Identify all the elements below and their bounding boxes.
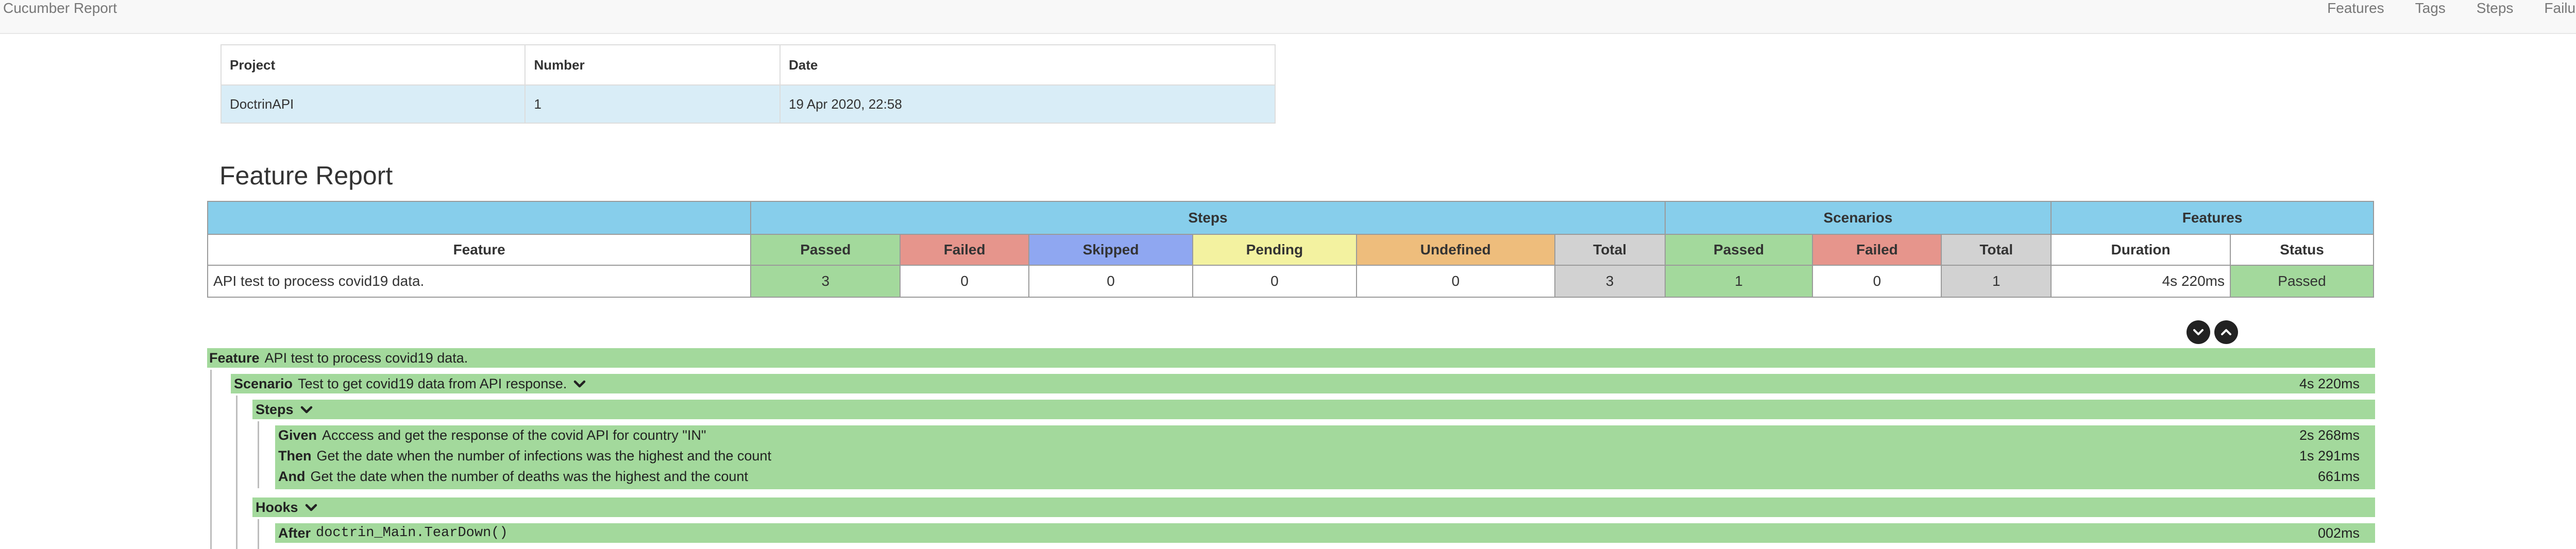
scenarios-total-header[interactable]: Total xyxy=(1941,234,2052,266)
hooks-label: Hooks xyxy=(256,499,298,515)
number-value: 1 xyxy=(524,84,781,124)
steps-skipped-header[interactable]: Skipped xyxy=(1028,234,1193,266)
chevron-down-icon[interactable] xyxy=(299,402,314,417)
expand-collapse-controls xyxy=(2187,320,2242,344)
table-row: API test to process covid19 data. 3 0 0 … xyxy=(207,265,2374,298)
chevron-up-circle-icon[interactable] xyxy=(2214,320,2238,344)
feature-title: API test to process covid19 data. xyxy=(264,350,468,366)
step-keyword: Given xyxy=(278,427,317,443)
hooks-indent-line xyxy=(258,519,259,549)
date-header: Date xyxy=(779,44,1276,85)
step-text: Get the date when the number of infectio… xyxy=(316,448,772,464)
steps-indent-line xyxy=(258,421,259,488)
steps-label: Steps xyxy=(256,401,294,417)
steps-failed-header[interactable]: Failed xyxy=(900,234,1030,266)
chevron-down-icon[interactable] xyxy=(303,500,319,515)
scenario-duration: 4s 220ms xyxy=(2299,375,2360,391)
nav-steps[interactable]: Steps xyxy=(2477,0,2514,16)
step-row: Given Acccess and get the response of th… xyxy=(275,425,2375,445)
project-value: DoctrinAPI xyxy=(220,84,526,124)
feature-name-cell[interactable]: API test to process covid19 data. xyxy=(207,265,752,298)
feature-indent-line xyxy=(210,370,212,549)
scenarios-failed-header[interactable]: Failed xyxy=(1812,234,1942,266)
hook-text: doctrin_Main.TearDown() xyxy=(316,525,508,541)
duration-cell: 4s 220ms xyxy=(2050,265,2231,298)
scenario-title: Test to get covid19 data from API respon… xyxy=(298,375,567,391)
hook-duration: 002ms xyxy=(2317,525,2360,541)
step-duration: 2s 268ms xyxy=(2299,427,2360,443)
scenarios-passed-header[interactable]: Passed xyxy=(1664,234,1814,266)
steps-toggle-bar[interactable]: Steps xyxy=(252,400,2375,419)
scenario-keyword: Scenario xyxy=(234,375,293,391)
chevron-down-circle-icon[interactable] xyxy=(2187,320,2210,344)
status-cell: Passed xyxy=(2230,265,2374,298)
number-header: Number xyxy=(524,44,781,85)
nav-features[interactable]: Features xyxy=(2327,0,2384,16)
status-header[interactable]: Status xyxy=(2230,234,2374,266)
steps-pending-cell: 0 xyxy=(1192,265,1357,298)
brand-link[interactable]: Cucumber Report xyxy=(3,0,117,16)
build-info-table: Project Number Date DoctrinAPI 1 19 Apr … xyxy=(220,44,1276,124)
hook-row: After doctrin_Main.TearDown() 002ms xyxy=(275,523,2375,543)
hook-keyword: After xyxy=(278,525,311,541)
feature-bar[interactable]: Feature API test to process covid19 data… xyxy=(207,348,2375,368)
steps-failed-cell: 0 xyxy=(900,265,1030,298)
steps-group-header: Steps xyxy=(750,201,1666,235)
step-keyword: Then xyxy=(278,448,312,464)
step-duration: 661ms xyxy=(2317,468,2360,484)
scenario-indent-line xyxy=(236,396,238,549)
step-row: Then Get the date when the number of inf… xyxy=(275,446,2375,466)
step-text: Acccess and get the response of the covi… xyxy=(322,427,706,443)
nav-failures[interactable]: Failures xyxy=(2544,0,2576,16)
blank-group-header xyxy=(207,201,752,235)
steps-undefined-cell: 0 xyxy=(1355,265,1555,298)
feature-col-header[interactable]: Feature xyxy=(207,234,752,266)
steps-skipped-cell: 0 xyxy=(1028,265,1193,298)
steps-total-header[interactable]: Total xyxy=(1554,234,1666,266)
scenarios-group-header: Scenarios xyxy=(1664,201,2052,235)
step-text: Get the date when the number of deaths w… xyxy=(310,468,749,484)
nav-links: Features Tags Steps Failures xyxy=(2296,0,2576,16)
step-row: And Get the date when the number of deat… xyxy=(275,467,2375,486)
steps-undefined-header[interactable]: Undefined xyxy=(1355,234,1555,266)
feature-stats-table: Steps Scenarios Features Feature Passed … xyxy=(207,201,2374,298)
scenarios-passed-cell: 1 xyxy=(1664,265,1814,298)
feature-keyword: Feature xyxy=(209,350,260,366)
scenarios-total-cell: 1 xyxy=(1941,265,2052,298)
step-keyword: And xyxy=(278,468,306,484)
duration-header[interactable]: Duration xyxy=(2050,234,2231,266)
features-group-header: Features xyxy=(2050,201,2374,235)
steps-pending-header[interactable]: Pending xyxy=(1192,234,1357,266)
steps-passed-header[interactable]: Passed xyxy=(750,234,901,266)
steps-passed-cell: 3 xyxy=(750,265,901,298)
step-duration: 1s 291ms xyxy=(2299,448,2360,464)
date-value: 19 Apr 2020, 22:58 xyxy=(779,84,1276,124)
scenarios-failed-cell: 0 xyxy=(1812,265,1942,298)
scenario-bar[interactable]: Scenario Test to get covid19 data from A… xyxy=(231,374,2375,393)
nav-tags[interactable]: Tags xyxy=(2415,0,2446,16)
hooks-toggle-bar[interactable]: Hooks xyxy=(252,497,2375,517)
project-header: Project xyxy=(220,44,526,85)
chevron-down-icon[interactable] xyxy=(572,376,587,391)
steps-total-cell: 3 xyxy=(1554,265,1666,298)
navbar: Cucumber Report Features Tags Steps Fail… xyxy=(0,0,2576,34)
page-title: Feature Report xyxy=(219,161,393,190)
